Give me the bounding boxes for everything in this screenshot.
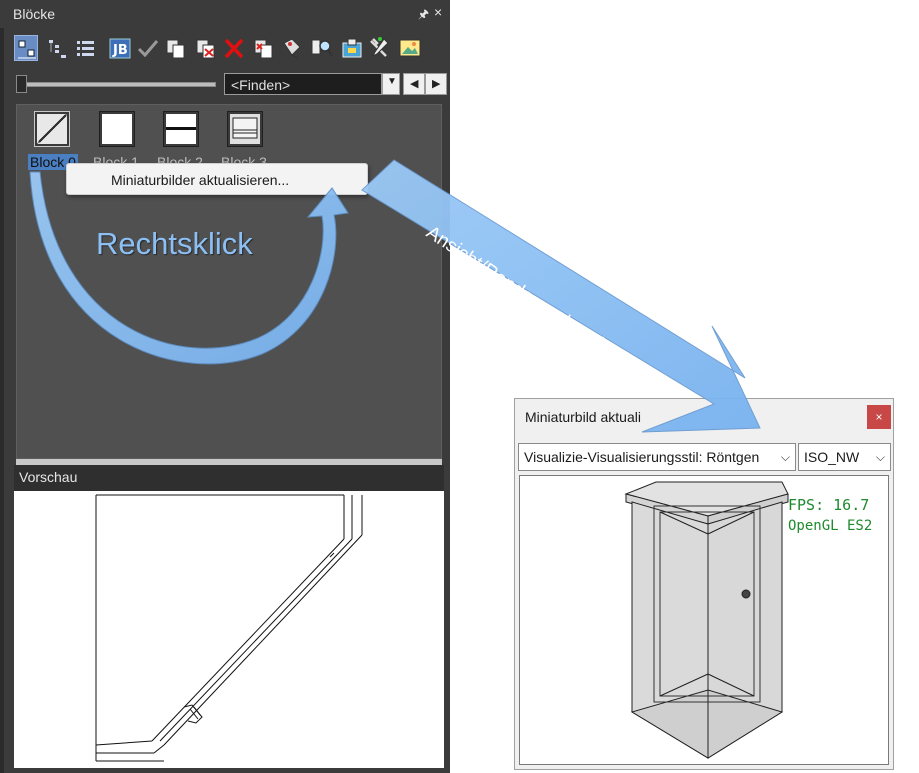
export-block-icon [342,38,362,58]
rename-block-icon [254,39,273,59]
pin-icon[interactable]: 🖈 [418,5,429,26]
context-menu: Miniaturbilder aktualisieren... [66,163,368,195]
rename-block-button[interactable] [252,35,276,61]
image-icon [399,39,421,57]
image-button[interactable] [398,35,422,61]
thumbnail-size-row: <Finden> ▼ ◀ ▶ [16,73,447,97]
panel-title: Blöcke [13,6,56,22]
visual-style-select[interactable]: Visualizie-Visualisierungsstil: Röntgen … [518,443,796,471]
delete-button[interactable] [222,35,246,61]
renderer-label: OpenGL ES2 [788,518,873,534]
blocks-toolbar: JB [12,35,432,63]
chevron-right-icon: ▶ [432,78,441,90]
list-view-icon [77,41,94,56]
annotation-ansicht: Ansicht/Rendermodus einstellen [422,222,662,390]
delete-icon [224,38,244,59]
dialog-title: Miniaturbild aktuali [525,409,641,425]
chevron-down-icon: ⌵ [780,450,790,464]
checkmark-icon [137,40,159,58]
insert-block-button[interactable]: JB [108,35,132,61]
export-block-button[interactable] [340,35,364,61]
block-thumbnail-3[interactable] [227,111,263,147]
preview-header: Vorschau [14,465,444,491]
panel-close-button[interactable]: × [434,4,442,20]
checkmark-button[interactable] [136,35,160,61]
chevron-down-icon: ⌵ [875,450,885,464]
tools-icon [370,37,389,58]
copy-block-icon [166,39,185,59]
preview-canvas [14,491,444,768]
chevron-down-icon: ▼ [387,76,397,87]
block-1-preview [102,114,132,144]
delete-block-copy-icon [196,39,215,59]
panel-titlebar: Blöcke 🖈 × [0,0,450,28]
block-thumbnail-1[interactable] [99,111,135,147]
thumbnail-dialog: Miniaturbild aktuali × Visualizie-Visual… [514,398,894,770]
insert-block-icon: JB [109,38,131,59]
tools-button[interactable] [368,35,392,61]
block-3-preview [230,114,260,144]
delete-block-copy-button[interactable] [194,35,218,61]
tree-view-icon [49,40,66,58]
list-view-button[interactable] [74,35,98,61]
thumbnail-size-slider[interactable] [22,82,216,87]
block-thumbnail-2[interactable] [163,111,199,147]
panel-left-edge [0,28,4,773]
annotation-rechtsklick: Rechtsklick [96,226,253,261]
menu-item-refresh-thumbnails[interactable]: Miniaturbilder aktualisieren... [111,172,289,188]
attribute-icon [283,38,301,59]
preview-drawing [95,494,363,762]
visual-style-value: Visualizie-Visualisierungsstil: Röntgen [524,449,760,465]
show-thumbnails-button[interactable] [14,35,38,61]
show-thumbnails-icon [18,40,36,59]
block-2-preview [166,114,196,144]
attribute-button[interactable] [280,35,304,61]
svg-text:JB: JB [112,43,128,58]
thumbnail-render-view: FPS: 16.7 OpenGL ES2 [519,475,889,765]
find-block-button[interactable] [310,35,334,61]
next-button[interactable]: ▶ [425,73,447,95]
tree-view-button[interactable] [46,35,70,61]
view-select[interactable]: ISO_NW ⌵ [798,443,891,471]
copy-block-button[interactable] [164,35,188,61]
previous-button[interactable]: ◀ [403,73,425,95]
find-dropdown-button[interactable]: ▼ [382,73,400,95]
chevron-left-icon: ◀ [410,78,419,90]
fps-readout: FPS: 16.7 [788,496,870,514]
slider-thumb[interactable] [16,75,27,93]
preview-title: Vorschau [19,469,78,485]
dialog-close-button[interactable]: × [867,405,891,429]
blocks-panel: Blöcke 🖈 × JB <Finden> ▼ ◀ ▶ Block 0 Blo… [0,0,450,773]
block-thumbnail-0[interactable] [34,111,70,147]
view-value: ISO_NW [804,449,860,465]
find-block-icon [311,39,334,57]
find-combobox[interactable]: <Finden> [224,73,382,95]
block-0-preview [36,113,68,145]
